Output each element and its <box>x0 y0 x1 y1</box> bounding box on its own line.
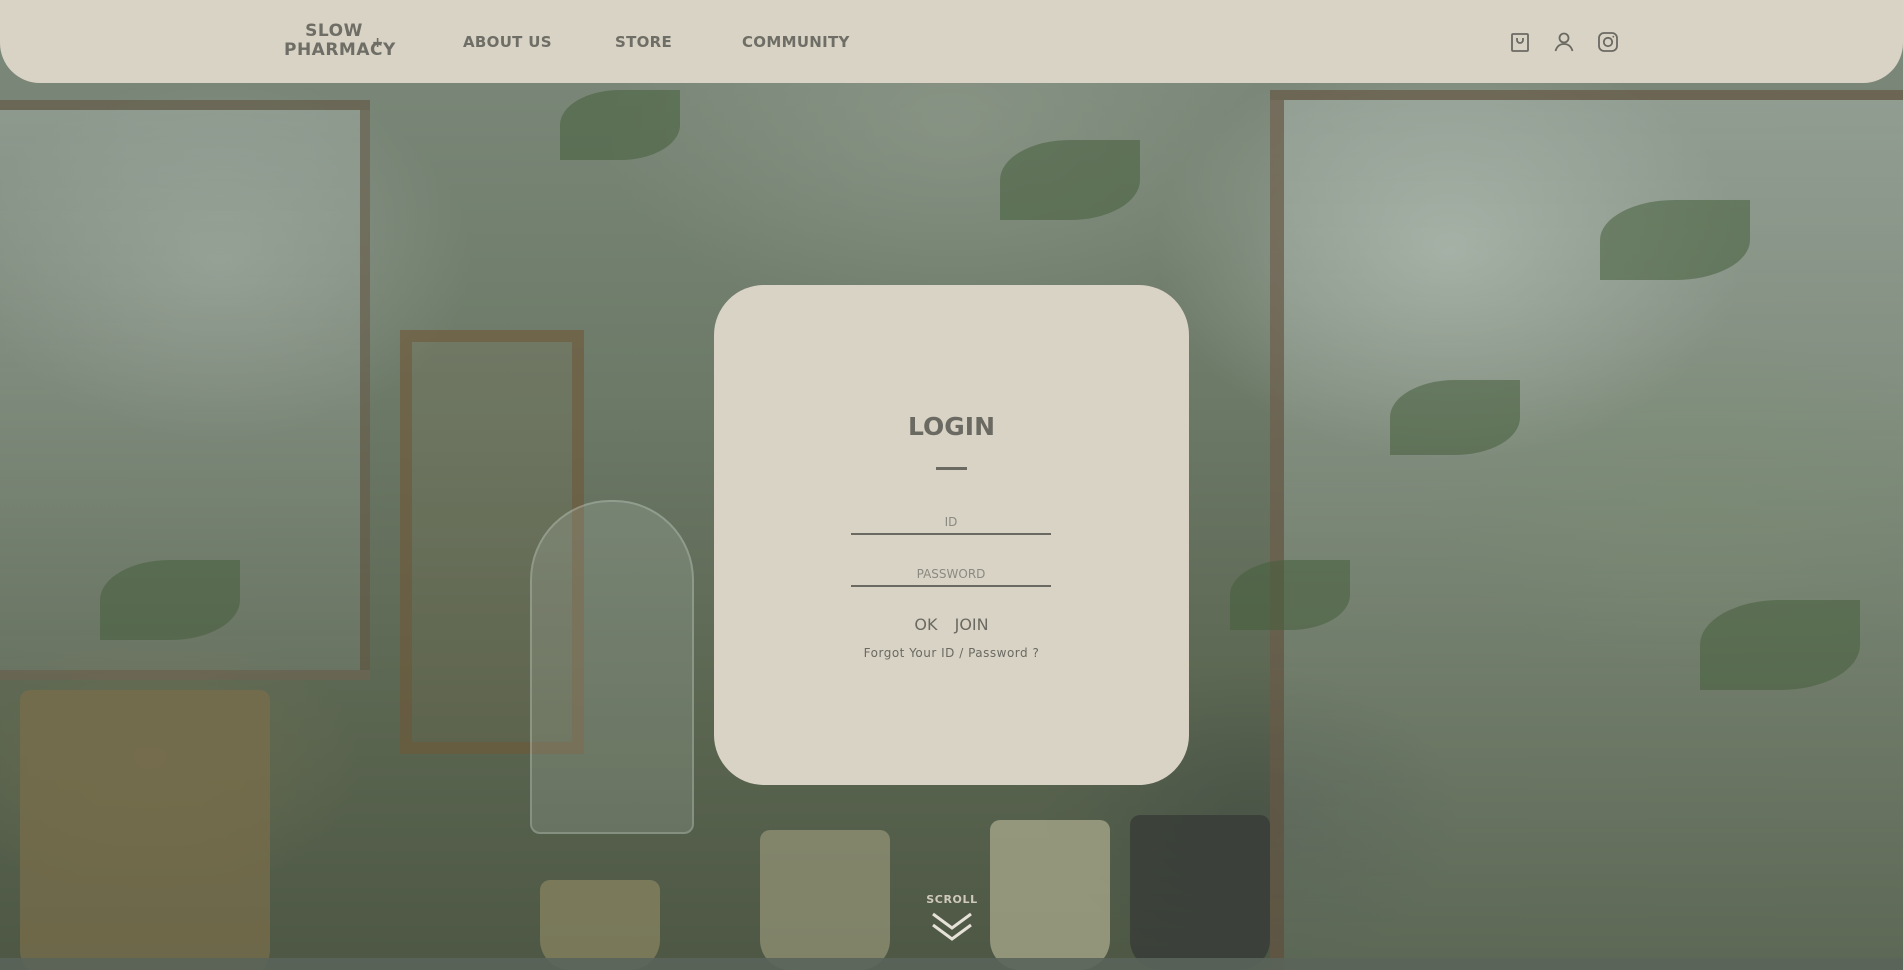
bg-pot <box>20 690 270 970</box>
bg-pot <box>760 830 890 970</box>
bg-leaf <box>100 560 240 640</box>
scroll-indicator[interactable]: SCROLL <box>902 893 1002 943</box>
nav-store[interactable]: STORE <box>615 33 672 51</box>
login-title: LOGIN <box>907 412 996 441</box>
site-logo[interactable]: SLOW PHARMACY + <box>284 21 396 60</box>
bg-leaf <box>1600 200 1750 280</box>
bg-window-right <box>1270 90 1903 970</box>
ok-button[interactable]: OK <box>914 615 937 634</box>
bg-pot <box>540 880 660 970</box>
scroll-label: SCROLL <box>926 893 978 906</box>
bg-pot <box>990 820 1110 970</box>
login-actions: OK JOIN <box>714 615 1189 634</box>
site-header: SLOW PHARMACY + ABOUT US STORE COMMUNITY <box>0 0 1903 83</box>
bg-leaf <box>1000 140 1140 220</box>
login-card: LOGIN OK JOIN Forgot Your ID / Password … <box>714 285 1189 785</box>
join-button[interactable]: JOIN <box>955 615 989 634</box>
bg-glass-dome <box>530 500 694 834</box>
bg-leaf <box>1230 560 1350 630</box>
bg-pot <box>1130 815 1270 970</box>
shopping-bag-icon[interactable] <box>1508 30 1532 54</box>
password-input[interactable] <box>851 563 1051 587</box>
user-icon[interactable] <box>1552 30 1576 54</box>
title-divider <box>936 467 967 470</box>
logo-line-1: SLOW <box>305 21 363 41</box>
instagram-icon[interactable] <box>1596 30 1620 54</box>
bg-leaf <box>1700 600 1860 690</box>
id-input[interactable] <box>851 511 1051 535</box>
logo-plus-mark: + <box>371 35 384 51</box>
page: SLOW PHARMACY + ABOUT US STORE COMMUNITY <box>0 0 1903 970</box>
bottom-edge-bar <box>0 958 1903 970</box>
nav-community[interactable]: COMMUNITY <box>742 33 850 51</box>
bg-leaf <box>560 90 680 160</box>
logo-line-2: PHARMACY <box>284 40 396 60</box>
forgot-credentials-link[interactable]: Forgot Your ID / Password ? <box>714 646 1189 660</box>
nav-about-us[interactable]: ABOUT US <box>463 33 552 51</box>
bg-leaf <box>1390 380 1520 455</box>
chevron-down-icon <box>932 912 972 941</box>
